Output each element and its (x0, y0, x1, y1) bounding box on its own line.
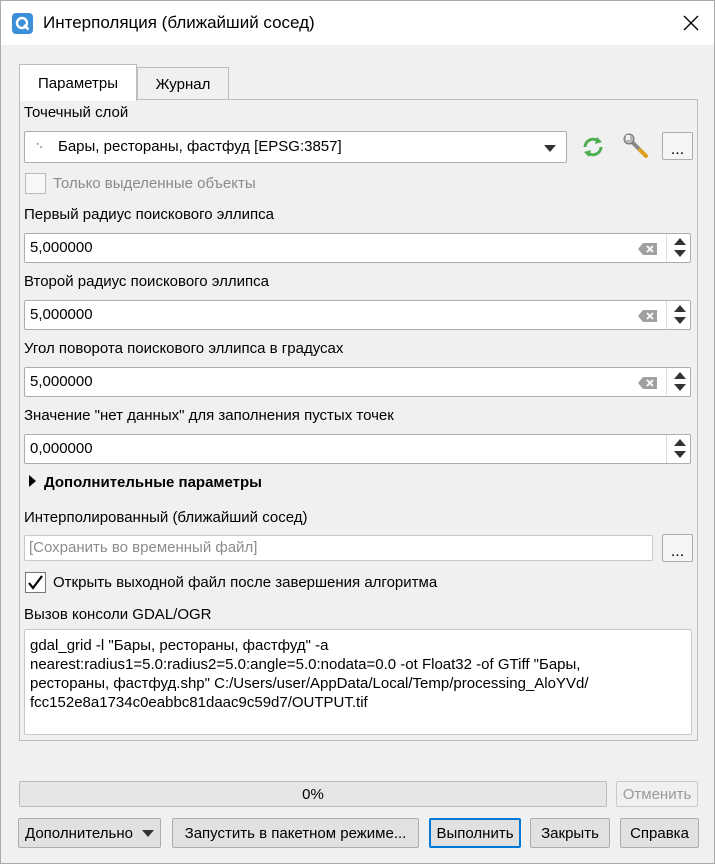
iterate-layer-button[interactable] (580, 134, 606, 160)
gdal-console-text[interactable]: gdal_grid -l "Бары, рестораны, фастфуд" … (24, 629, 692, 735)
close-window-button[interactable] (668, 1, 714, 45)
clear-radius1-icon[interactable] (638, 242, 658, 256)
radius2-label: Второй радиус поискового эллипса (24, 273, 269, 290)
close-button-label: Закрыть (541, 824, 599, 842)
arrow-up-icon[interactable] (674, 372, 686, 379)
help-button-label: Справка (630, 824, 689, 842)
close-button[interactable]: Закрыть (530, 818, 610, 848)
advanced-menu-label: Дополнительно (25, 824, 133, 842)
angle-spinbox[interactable]: 5,000000 (24, 367, 691, 397)
tab-parameters[interactable]: Параметры (19, 64, 137, 101)
wrench-icon (623, 133, 648, 158)
output-file-placeholder: [Сохранить во временный файл] (29, 539, 258, 556)
tab-parameters-label: Параметры (38, 74, 118, 92)
radius2-value: 5,000000 (30, 306, 93, 323)
title-bar: Интерполяция (ближайший сосед) (1, 1, 714, 45)
ellipsis-icon: ... (670, 141, 685, 158)
selected-only-checkbox[interactable] (25, 173, 46, 194)
arrow-up-icon[interactable] (674, 439, 686, 446)
chevron-down-icon (141, 829, 154, 837)
chevron-down-icon (544, 145, 556, 152)
radius2-stepper[interactable] (666, 301, 690, 329)
qgis-logo-icon (12, 13, 33, 34)
open-output-checkbox[interactable] (25, 572, 46, 593)
radius1-stepper[interactable] (666, 234, 690, 262)
angle-stepper[interactable] (666, 368, 690, 396)
output-label: Интерполированный (ближайший сосед) (24, 509, 308, 526)
cancel-button[interactable]: Отменить (616, 781, 698, 807)
ellipsis-icon: ... (670, 543, 685, 560)
arrow-down-icon[interactable] (674, 317, 686, 324)
arrow-down-icon[interactable] (674, 451, 686, 458)
radius1-value: 5,000000 (30, 239, 93, 256)
arrow-down-icon[interactable] (674, 250, 686, 257)
arrow-down-icon[interactable] (674, 384, 686, 391)
output-file-input[interactable]: [Сохранить во временный файл] (24, 535, 653, 561)
clear-angle-icon[interactable] (638, 376, 658, 390)
run-button-label: Выполнить (436, 824, 514, 842)
advanced-parameters-label: Дополнительные параметры (44, 474, 262, 491)
radius1-label: Первый радиус поискового эллипса (24, 206, 274, 223)
refresh-icon (583, 137, 603, 157)
nodata-value: 0,000000 (30, 440, 93, 457)
console-label: Вызов консоли GDAL/OGR (24, 606, 212, 623)
open-output-label: Открыть выходной файл после завершения а… (53, 574, 438, 591)
nodata-label: Значение "нет данных" для заполнения пус… (24, 407, 394, 424)
radius1-spinbox[interactable]: 5,000000 (24, 233, 691, 263)
nodata-spinbox[interactable]: 0,000000 (24, 434, 691, 464)
angle-value: 5,000000 (30, 373, 93, 390)
point-layer-value: Бары, рестораны, фастфуд [EPSG:3857] (58, 138, 342, 155)
tab-log-label: Журнал (155, 75, 211, 93)
help-button[interactable]: Справка (620, 818, 699, 848)
checkmark-icon (28, 575, 43, 590)
layer-settings-button[interactable] (622, 132, 650, 160)
clear-radius2-icon[interactable] (638, 309, 658, 323)
arrow-up-icon[interactable] (674, 305, 686, 312)
run-batch-button[interactable]: Запустить в пакетном режиме... (172, 818, 419, 848)
window-title: Интерполяция (ближайший сосед) (43, 13, 315, 32)
progress-bar: 0% (19, 781, 607, 807)
point-layer-label: Точечный слой (24, 104, 129, 121)
nodata-stepper[interactable] (666, 435, 690, 463)
output-browse-button[interactable]: ... (662, 534, 693, 562)
point-layer-browse-button[interactable]: ... (662, 132, 693, 160)
arrow-up-icon[interactable] (674, 238, 686, 245)
selected-only-label: Только выделенные объекты (53, 175, 256, 192)
dialog-window: Интерполяция (ближайший сосед) Параметры… (0, 0, 715, 864)
run-batch-label: Запустить в пакетном режиме... (184, 824, 407, 842)
chevron-right-icon (29, 475, 36, 487)
tab-log[interactable]: Журнал (137, 67, 229, 100)
advanced-menu-button[interactable]: Дополнительно (18, 818, 161, 848)
close-icon (683, 15, 699, 31)
run-button[interactable]: Выполнить (429, 818, 521, 848)
point-layer-type-icon: ⠢ (35, 138, 44, 152)
advanced-parameters-toggle[interactable]: Дополнительные параметры (29, 474, 262, 491)
radius2-spinbox[interactable]: 5,000000 (24, 300, 691, 330)
angle-label: Угол поворота поискового эллипса в граду… (24, 340, 344, 357)
cancel-button-label: Отменить (622, 785, 692, 803)
point-layer-combobox[interactable]: ⠢ Бары, рестораны, фастфуд [EPSG:3857] (24, 131, 567, 163)
progress-text: 0% (302, 785, 324, 803)
